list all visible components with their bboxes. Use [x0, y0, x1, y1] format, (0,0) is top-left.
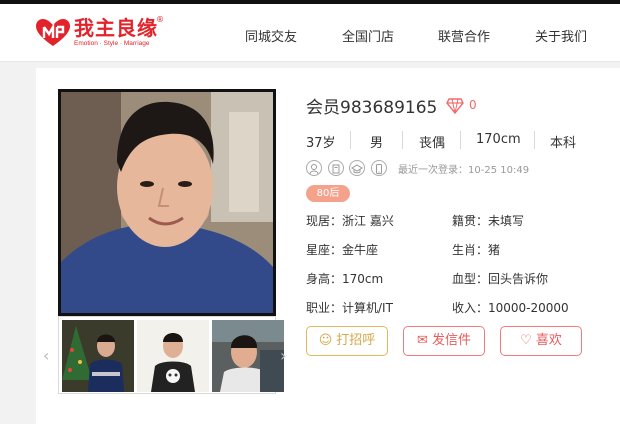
site-header: 我主良缘 ® Emotion · Style · Marriage 同城交友 全… [0, 4, 620, 62]
like-label: 喜欢 [535, 333, 562, 348]
send-letter-label: 发信件 [431, 333, 471, 348]
divider [534, 131, 535, 149]
send-letter-button[interactable]: ✉ 发信件 [403, 326, 485, 356]
detail-occupation: 职业：计算机/IT [306, 301, 393, 315]
stat-height: 170cm [476, 132, 521, 147]
main-profile-photo[interactable] [58, 89, 276, 316]
mail-icon: ✉ [417, 333, 428, 348]
gift-count: 0 [469, 98, 477, 112]
generation-tag: 80后 [306, 185, 350, 202]
greet-label: 打招呼 [336, 333, 376, 348]
thumbnail-image [212, 320, 284, 392]
nav-about[interactable]: 关于我们 [535, 26, 587, 45]
phone-verify-icon [371, 160, 387, 176]
divider [460, 131, 461, 149]
thumbnail-3[interactable] [212, 320, 284, 392]
thumbnail-2[interactable] [137, 320, 209, 392]
like-button[interactable]: ♡ 喜欢 [500, 326, 582, 356]
diamond-icon[interactable] [446, 98, 464, 114]
nav-partnership[interactable]: 联营合作 [438, 26, 490, 45]
detail-residence: 现居：浙江 嘉兴 [306, 214, 394, 228]
thumbnail-image [62, 320, 134, 392]
detail-blood-type: 血型：回头告诉你 [452, 272, 549, 286]
logo-text: 我主良缘 [74, 16, 158, 40]
id-verify-icon [328, 160, 344, 176]
detail-constellation: 星座：金牛座 [306, 243, 379, 257]
stat-education: 本科 [550, 136, 577, 151]
stat-marital: 丧偶 [419, 136, 446, 151]
education-verify-icon [349, 160, 365, 176]
prev-photo-arrow[interactable]: ‹ [43, 346, 49, 365]
divider [402, 131, 403, 149]
photo-thumbnails [58, 316, 284, 394]
divider [350, 131, 351, 149]
thumbnail-image [137, 320, 209, 392]
stat-gender: 男 [370, 136, 384, 151]
heart-logo-icon [36, 19, 70, 46]
greet-button[interactable]: ☺ 打招呼 [306, 326, 388, 356]
nav-local-dating[interactable]: 同城交友 [245, 26, 297, 45]
last-login-time: 最近一次登录：10-25 10:49 [398, 165, 530, 176]
heart-icon: ♡ [520, 333, 532, 348]
nav-stores[interactable]: 全国门店 [342, 26, 394, 45]
avatar-verify-icon [306, 160, 322, 176]
next-photo-arrow[interactable]: › [280, 346, 286, 365]
detail-hometown: 籍贯：未填写 [452, 214, 525, 228]
stat-age: 37岁 [306, 136, 336, 151]
detail-height: 身高：170cm [306, 272, 384, 286]
site-logo[interactable]: 我主良缘 ® Emotion · Style · Marriage [36, 15, 166, 51]
logo-subtitle: Emotion · Style · Marriage [74, 40, 150, 47]
portrait-image [61, 92, 273, 313]
thumbnail-1[interactable] [62, 320, 134, 392]
detail-income: 收入：10000-20000 [452, 301, 569, 315]
detail-zodiac: 生肖：猪 [452, 243, 501, 257]
smile-icon: ☺ [318, 333, 333, 348]
registered-mark: ® [156, 15, 164, 24]
member-title: 会员983689165 [306, 98, 438, 118]
